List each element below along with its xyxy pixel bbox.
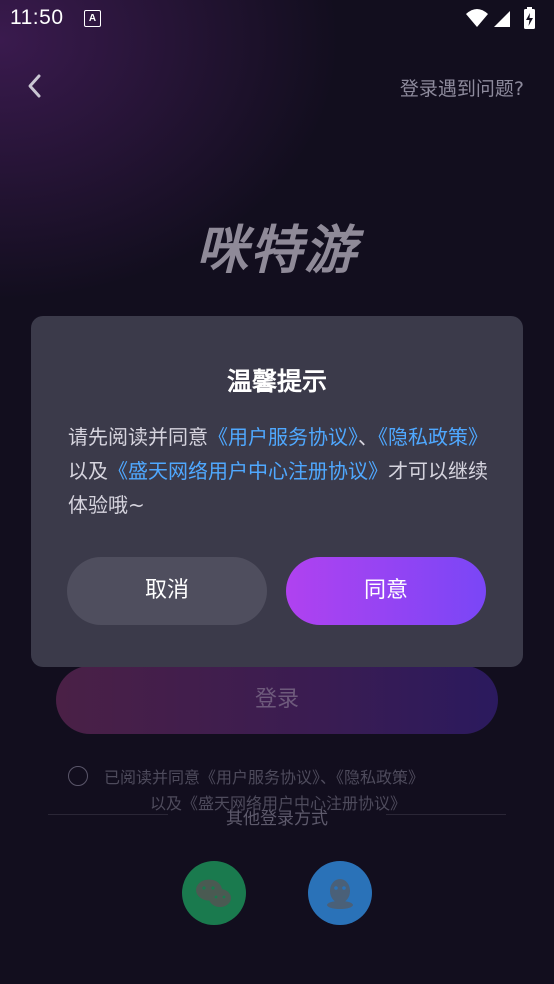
dialog-message-mid: 以及 — [68, 459, 108, 483]
dialog-message-prefix: 请先阅读并同意 — [68, 425, 208, 449]
cancel-button[interactable]: 取消 — [67, 557, 267, 625]
registration-agreement-link[interactable]: 《盛天网络用户中心注册协议》 — [108, 459, 388, 483]
dialog-message: 请先阅读并同意《用户服务协议》、《隐私政策》以及《盛天网络用户中心注册协议》才可… — [68, 420, 488, 522]
agree-button[interactable]: 同意 — [286, 557, 486, 625]
dialog-separator: 、 — [358, 425, 378, 449]
dialog-title: 温馨提示 — [226, 367, 327, 396]
user-service-agreement-link[interactable]: 《用户服务协议》 — [208, 425, 358, 449]
privacy-dialog: 温馨提示 请先阅读并同意《用户服务协议》、《隐私政策》以及《盛天网络用户中心注册… — [31, 316, 523, 667]
privacy-policy-link[interactable]: 《隐私政策》 — [378, 425, 488, 449]
